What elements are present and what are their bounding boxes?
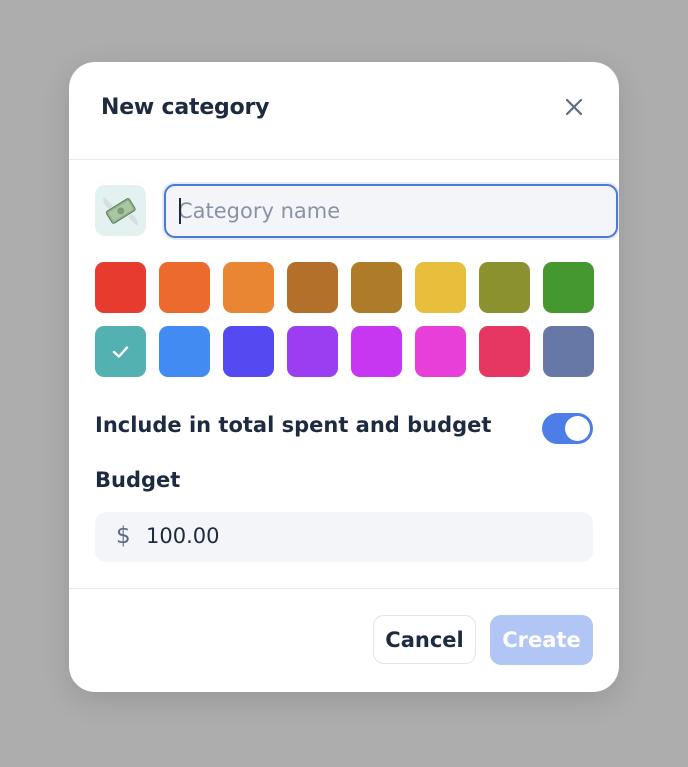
money-with-wings-icon <box>103 197 138 226</box>
color-swatch[interactable] <box>415 262 466 313</box>
text-cursor <box>179 198 181 224</box>
new-category-dialog: New category Include in total spent and … <box>69 62 619 692</box>
check-icon <box>112 346 129 358</box>
budget-input[interactable]: $ 100.00 <box>95 512 593 562</box>
color-swatch[interactable] <box>95 262 146 313</box>
color-swatch[interactable] <box>287 262 338 313</box>
color-swatch[interactable] <box>287 326 338 377</box>
category-name-input[interactable] <box>164 184 618 238</box>
color-swatch[interactable] <box>351 326 402 377</box>
color-swatch[interactable] <box>95 326 146 377</box>
color-swatch[interactable] <box>479 326 530 377</box>
color-swatch[interactable] <box>223 326 274 377</box>
close-button[interactable] <box>559 92 589 122</box>
dollar-icon: $ <box>116 523 131 549</box>
dialog-title: New category <box>101 95 270 120</box>
budget-label: Budget <box>95 468 181 492</box>
color-swatch[interactable] <box>351 262 402 313</box>
color-swatch[interactable] <box>223 262 274 313</box>
color-swatch[interactable] <box>479 262 530 313</box>
footer-divider <box>69 588 619 589</box>
cancel-button[interactable]: Cancel <box>373 615 476 664</box>
include-total-toggle[interactable] <box>542 413 593 444</box>
close-icon <box>565 98 583 116</box>
include-total-label: Include in total spent and budget <box>95 413 492 437</box>
toggle-knob <box>565 416 590 441</box>
color-swatch[interactable] <box>159 326 210 377</box>
dialog-header: New category <box>69 62 619 160</box>
emoji-picker-button[interactable] <box>95 185 146 236</box>
create-button[interactable]: Create <box>490 615 593 665</box>
color-swatch[interactable] <box>159 262 210 313</box>
color-swatch[interactable] <box>543 326 594 377</box>
color-swatch[interactable] <box>415 326 466 377</box>
budget-value: 100.00 <box>146 524 220 548</box>
color-swatch[interactable] <box>543 262 594 313</box>
